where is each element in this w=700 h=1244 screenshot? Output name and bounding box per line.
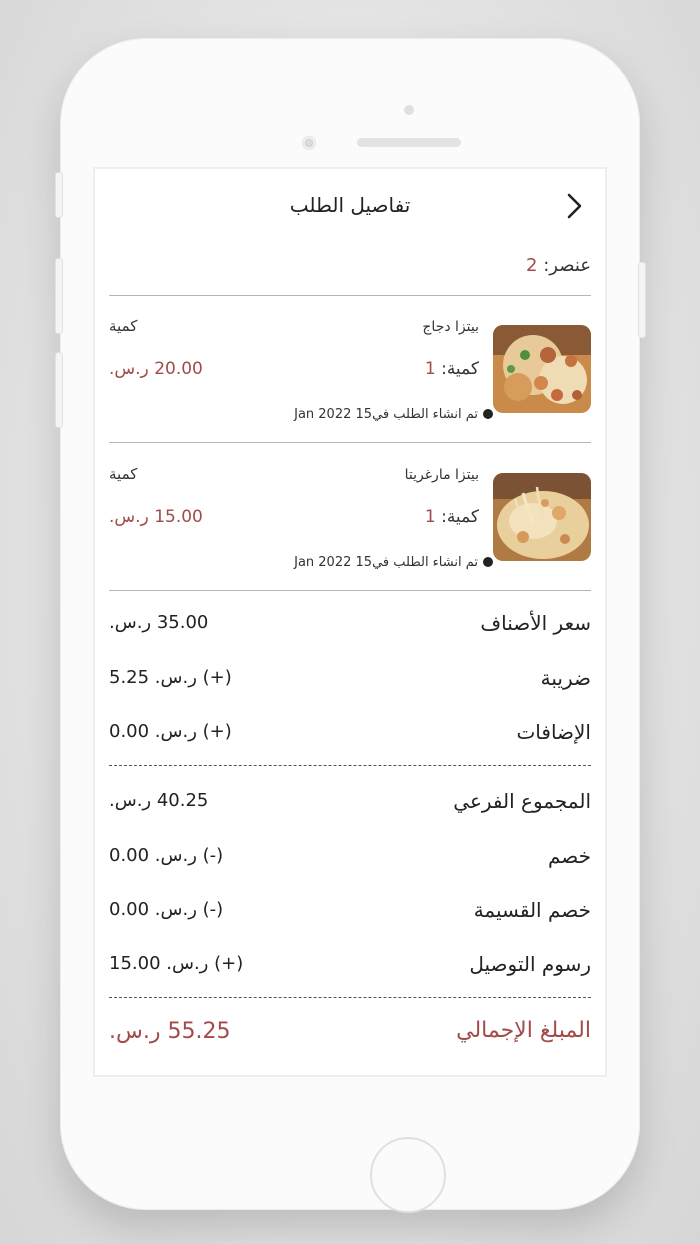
item-created-date: تم انشاء الطلب في15 Jan 2022 [294,407,493,422]
grand-total-value: 55.25 ر.س. [109,1019,231,1044]
item-price: 15.00 ر.س. [109,507,203,527]
item-quantity: كمية: 1 [425,507,479,527]
created-text: تم انشاء الطلب في15 Jan 2022 [294,407,478,422]
proximity-sensor [404,105,414,115]
grand-total-label: المبلغ الإجمالي [456,1018,591,1043]
bullet-icon [483,557,493,567]
item-price: 20.00 ر.س. [109,359,203,379]
coupon-discount-value: (-) ر.س. 0.00 [109,899,224,920]
front-camera [302,136,316,150]
divider [109,442,591,443]
delivery-fee-label: رسوم التوصيل [469,952,591,976]
delivery-fee-value: (+) ر.س. 15.00 [109,953,244,974]
divider [109,590,591,591]
item-created-date: تم انشاء الطلب في15 Jan 2022 [294,555,493,570]
home-button[interactable] [370,1137,446,1213]
power-button [638,262,646,338]
bullet-icon [483,409,493,419]
items-count: عنصر: 2 [526,255,591,276]
quantity-label: كمية: [441,507,479,527]
items-count-label: عنصر: [543,255,591,276]
items-price-value: 35.00 ر.س. [109,612,209,633]
quantity-header: كمية [109,317,138,335]
item-image [493,473,591,561]
discount-label: خصم [547,844,591,868]
quantity-value: 1 [424,507,436,527]
dashed-divider [109,997,591,998]
quantity-header: كمية [109,465,138,483]
item-image [493,325,591,413]
items-price-label: سعر الأصناف [480,611,591,635]
item-quantity: كمية: 1 [425,359,479,379]
tax-value: (+) ر.س. 5.25 [109,667,232,688]
pizza-image [493,325,591,413]
chevron-right-icon [567,193,582,219]
items-count-value: 2 [526,255,538,276]
addons-value: (+) ر.س. 0.00 [109,721,232,742]
page-title: تفاصيل الطلب [289,193,411,217]
earpiece-speaker [357,138,461,147]
coupon-discount-label: خصم القسيمة [473,898,591,922]
item-name: بيتزا مارغريتا [404,467,479,483]
tax-label: ضريبة [540,666,591,690]
back-button[interactable] [561,191,587,221]
dashed-divider [109,765,591,766]
quantity-value: 1 [424,359,436,379]
item-name: بيتزا دجاج [422,319,479,335]
volume-up-button [55,258,63,334]
volume-down-button [55,352,63,428]
subtotal-label: المجموع الفرعي [453,789,591,813]
mute-switch [55,172,63,218]
quantity-label: كمية: [441,359,479,379]
addons-label: الإضافات [516,720,591,744]
pizza-image [493,473,591,561]
divider [109,295,591,296]
discount-value: (-) ر.س. 0.00 [109,845,224,866]
subtotal-value: 40.25 ر.س. [109,790,209,811]
order-details-screen: تفاصيل الطلب عنصر: 2 بيتزا دجاج كمية كمي… [93,167,607,1077]
created-text: تم انشاء الطلب في15 Jan 2022 [294,555,478,570]
